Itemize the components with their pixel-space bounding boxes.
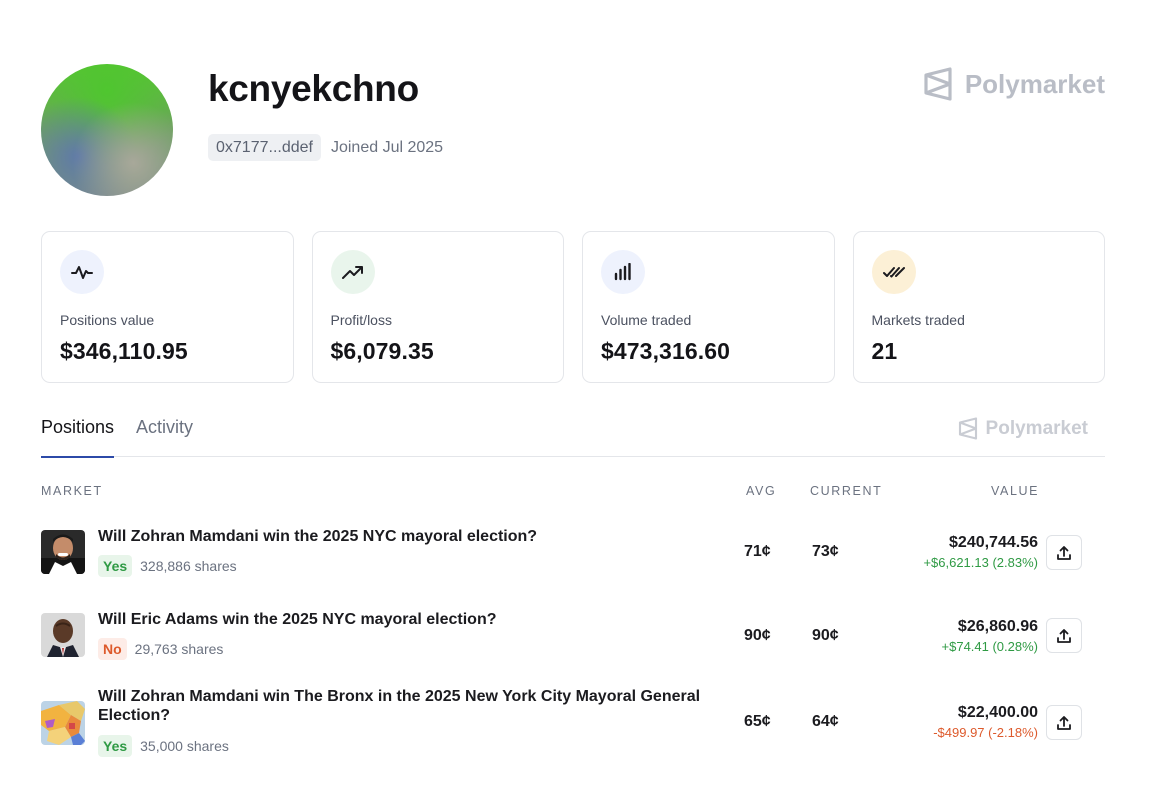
share-icon <box>1057 545 1071 560</box>
value-change: -$499.97 (-2.18%) <box>933 725 1038 740</box>
tab-positions[interactable]: Positions <box>41 417 115 458</box>
stat-value: $473,316.60 <box>601 338 731 364</box>
column-current: CURRENT <box>810 484 883 498</box>
market-thumbnail <box>41 613 85 657</box>
market-title[interactable]: Will Zohran Mamdani win the 2025 NYC may… <box>98 527 537 546</box>
stat-value: 21 <box>871 338 898 364</box>
polymarket-icon <box>958 417 977 440</box>
market-title[interactable]: Will Eric Adams win the 2025 NYC mayoral… <box>98 610 497 629</box>
polymarket-logo: Polymarket <box>923 67 1105 101</box>
value-amount: $240,744.56 <box>949 534 1038 551</box>
share-count: 328,886 shares <box>140 558 237 574</box>
position-outcome: No 29,763 shares <box>98 638 223 660</box>
joined-date: Joined Jul 2025 <box>330 138 444 156</box>
stat-card-positions-value: Positions value $346,110.95 <box>41 231 294 383</box>
avatar <box>41 64 173 196</box>
market-title[interactable]: Will Zohran Mamdani win The Bronx in the… <box>98 687 718 725</box>
trending-up-icon <box>330 250 375 294</box>
stat-card-markets-traded: Markets traded 21 <box>852 231 1105 383</box>
share-button[interactable] <box>1046 535 1082 570</box>
activity-icon <box>60 250 104 294</box>
value-change: +$74.41 (0.28%) <box>941 639 1038 654</box>
avg-price: 90¢ <box>744 627 771 644</box>
share-count: 35,000 shares <box>140 738 229 754</box>
tab-bar: Positions Activity <box>41 414 1105 458</box>
share-button[interactable] <box>1046 705 1082 740</box>
username: kcnyekchno <box>208 68 419 109</box>
share-icon <box>1057 715 1071 730</box>
value-amount: $26,860.96 <box>957 618 1038 635</box>
stats-row: Positions value $346,110.95 Profit/loss … <box>41 231 1105 383</box>
stat-card-profit-loss: Profit/loss $6,079.35 <box>311 231 564 383</box>
position-value: $22,400.00 -$499.97 (-2.18%) <box>933 704 1038 740</box>
outcome-badge: Yes <box>98 555 133 577</box>
profile-meta: 0x7177...ddef Joined Jul 2025 <box>208 134 443 161</box>
wallet-address[interactable]: 0x7177...ddef <box>208 134 321 161</box>
brand-name: Polymarket <box>985 417 1088 439</box>
position-outcome: Yes 328,886 shares <box>98 555 237 577</box>
current-price: 64¢ <box>812 713 839 730</box>
stat-label: Volume traded <box>601 312 692 328</box>
current-price: 73¢ <box>812 543 839 560</box>
share-icon <box>1057 628 1071 643</box>
position-outcome: Yes 35,000 shares <box>98 735 229 757</box>
outcome-badge: No <box>98 638 127 660</box>
polymarket-icon <box>924 67 952 101</box>
column-market: MARKET <box>41 484 103 498</box>
value-change: +$6,621.13 (2.83%) <box>923 555 1038 570</box>
tab-activity[interactable]: Activity <box>136 417 193 457</box>
value-amount: $22,400.00 <box>957 704 1038 721</box>
column-value: VALUE <box>991 484 1040 498</box>
double-check-icon <box>871 250 916 294</box>
polymarket-watermark: Polymarket <box>958 417 1088 440</box>
stat-label: Markets traded <box>871 312 965 328</box>
share-count: 29,763 shares <box>134 641 224 657</box>
avg-price: 65¢ <box>744 713 771 730</box>
current-price: 90¢ <box>812 627 839 644</box>
avg-price: 71¢ <box>744 543 771 560</box>
stat-label: Profit/loss <box>330 312 392 328</box>
position-value: $240,744.56 +$6,621.13 (2.83%) <box>923 534 1038 570</box>
bar-chart-icon <box>601 250 645 294</box>
brand-name: Polymarket <box>964 68 1105 99</box>
outcome-badge: Yes <box>98 735 133 757</box>
market-thumbnail <box>41 530 85 574</box>
stat-label: Positions value <box>60 312 155 328</box>
column-avg: AVG <box>746 484 777 498</box>
stat-value: $346,110.95 <box>60 338 188 364</box>
position-value: $26,860.96 +$74.41 (0.28%) <box>942 618 1038 654</box>
market-thumbnail <box>41 701 85 745</box>
stat-card-volume-traded: Volume traded $473,316.60 <box>582 231 835 383</box>
stat-value: $6,079.35 <box>330 338 434 364</box>
share-button[interactable] <box>1046 618 1082 653</box>
